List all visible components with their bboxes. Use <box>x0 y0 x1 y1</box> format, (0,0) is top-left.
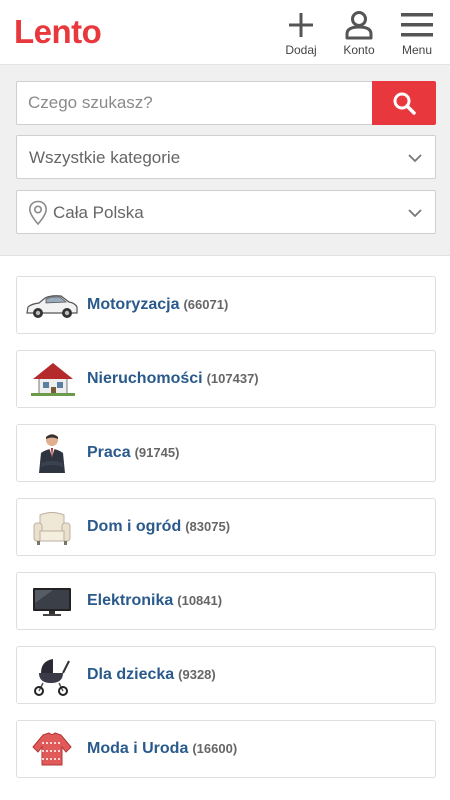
category-item-moda-i-uroda[interactable]: Moda i Uroda (16600) <box>16 720 436 778</box>
search-panel: Wszystkie kategorie Cała Polska <box>0 65 450 256</box>
add-button[interactable]: Dodaj <box>276 8 326 58</box>
category-item-motoryzacja[interactable]: Motoryzacja (66071) <box>16 276 436 334</box>
house-icon <box>31 363 75 396</box>
category-item-dom-i-ogrod[interactable]: Dom i ogród (83075) <box>16 498 436 556</box>
category-count: (9328) <box>178 667 216 682</box>
category-name: Dla dziecka <box>87 666 175 683</box>
location-select-value: Cała Polska <box>53 203 144 222</box>
search-input[interactable] <box>16 81 372 125</box>
add-label: Dodaj <box>285 43 317 57</box>
category-count: (10841) <box>177 593 223 608</box>
category-count: (16600) <box>192 741 238 756</box>
category-item-elektronika[interactable]: Elektronika (10841) <box>16 572 436 630</box>
car-icon <box>26 295 78 318</box>
location-select[interactable]: Cała Polska <box>16 190 436 234</box>
sweater-icon <box>32 732 72 766</box>
account-button[interactable]: Konto <box>334 8 384 58</box>
category-item-nieruchomosci[interactable]: Nieruchomości (107437) <box>16 350 436 408</box>
category-count: (91745) <box>134 445 180 460</box>
user-icon <box>345 11 373 40</box>
tv-icon <box>33 588 71 616</box>
businessman-icon <box>39 434 65 473</box>
category-select[interactable]: Wszystkie kategorie <box>16 135 436 179</box>
account-label: Konto <box>343 43 375 57</box>
category-count: (66071) <box>183 297 229 312</box>
category-item-dla-dziecka[interactable]: Dla dziecka (9328) <box>16 646 436 704</box>
location-pin-icon <box>28 200 48 226</box>
category-list: Motoryzacja (66071) Nieruchomości (107437)… <box>16 276 436 794</box>
search-button[interactable] <box>372 81 436 125</box>
category-name: Moda i Uroda <box>87 740 189 757</box>
category-item-praca[interactable]: Praca (91745) <box>16 424 436 482</box>
category-name: Elektronika <box>87 592 174 609</box>
logo[interactable]: Lento <box>14 12 102 52</box>
category-name: Praca <box>87 444 131 461</box>
search-icon <box>393 92 416 115</box>
menu-label: Menu <box>401 43 433 57</box>
category-select-value: Wszystkie kategorie <box>29 148 181 167</box>
hamburger-icon <box>401 13 433 37</box>
armchair-icon <box>33 512 71 545</box>
category-name: Dom i ogród <box>87 518 182 535</box>
header: Lento Dodaj Konto Menu <box>0 0 450 65</box>
category-name: Nieruchomości <box>87 370 203 387</box>
category-count: (107437) <box>206 371 259 386</box>
stroller-icon <box>34 659 70 696</box>
chevron-down-icon <box>408 209 422 218</box>
chevron-down-icon <box>408 154 422 163</box>
category-count: (83075) <box>185 519 231 534</box>
plus-icon <box>289 13 313 37</box>
category-name: Motoryzacja <box>87 296 180 313</box>
menu-button[interactable]: Menu <box>392 8 442 58</box>
